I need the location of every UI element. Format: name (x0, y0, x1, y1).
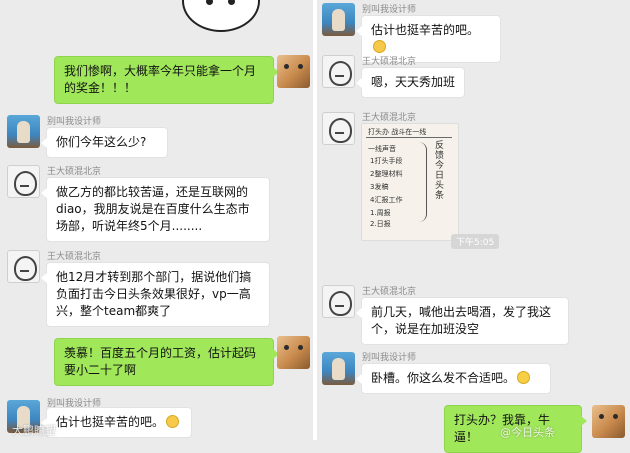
avatar-wang-da-shuo[interactable] (322, 112, 355, 145)
chat-bubble-incoming: 你们今年这么少? (41, 127, 168, 158)
watermark: @今日头条 (500, 426, 555, 439)
note-line: 一线声音 (368, 145, 396, 153)
sender-name: 王大硕混北京 (362, 287, 417, 297)
sweat-smile-emoji-icon (373, 40, 386, 53)
chat-bubble-incoming: 嗯，天天秀加班 (356, 67, 465, 98)
sender-name: 王大硕混北京 (362, 57, 417, 67)
grin-emoji-icon (517, 371, 531, 384)
note-vertical-text: 反馈今日头条 (433, 140, 443, 200)
message-text: 我们惨啊，大概率今年只能拿一个月的奖金！！！ (64, 64, 257, 95)
sender-name: 王大硕混北京 (47, 252, 102, 262)
message-text: 估计也挺辛苦的吧。 (56, 415, 165, 429)
chat-image-handwritten-note[interactable]: 打头办 战斗在一线 一线声音 1打头手段 2整理材料 3发稿 4汇报工作 1.周… (361, 123, 459, 241)
message-text: 他12月才转到那个部门，据说他们搞负面打击今日头条效果很好，vp一高兴，整个te… (56, 270, 252, 318)
message-text: 羡慕！百度五个月的工资，估计起码要小二十了啊 (64, 346, 257, 377)
avatar-bie-jiao-wo-sheji-shi[interactable] (322, 352, 355, 385)
note-line: 2.日报 (370, 220, 391, 228)
chat-bubble-incoming: 他12月才转到那个部门，据说他们搞负面打击今日头条效果很好，vp一高兴，整个te… (41, 262, 270, 327)
meme-face-sticker (182, 0, 260, 32)
avatar-bie-jiao-wo-sheji-shi[interactable] (322, 3, 355, 36)
message-text: 你们今年这么少? (56, 135, 147, 149)
avatar-me[interactable] (592, 405, 625, 438)
sender-name: 王大硕混北京 (47, 167, 102, 177)
sweat-smile-emoji-icon (166, 415, 180, 428)
chat-bubble-incoming: 估计也挺辛苦的吧。 (41, 407, 192, 438)
sender-name: 别叫我设计师 (362, 5, 417, 15)
timestamp: 下午5:05 (451, 234, 500, 249)
message-text: 做乙方的都比较苦逼，还是互联网的diao，我朋友说是在百度什么生态市场部，听说年… (56, 185, 250, 233)
sender-name: 王大硕混北京 (362, 113, 417, 123)
right-chat-screenshot: 别叫我设计师 估计也挺辛苦的吧。 王大硕混北京 嗯，天天秀加班 王大硕混北京 打… (317, 0, 630, 453)
watermark: 大鹏瞭望 (12, 424, 56, 437)
avatar-bie-jiao-wo-sheji-shi[interactable] (7, 115, 40, 148)
avatar-wang-da-shuo[interactable] (7, 250, 40, 283)
sender-name: 别叫我设计师 (47, 117, 102, 127)
chat-bubble-me: 我们惨啊，大概率今年只能拿一个月的奖金！！！ (54, 56, 279, 104)
message-text: 嗯，天天秀加班 (371, 75, 456, 89)
chat-bubble-me: 羡慕！百度五个月的工资，估计起码要小二十了啊 (54, 338, 279, 386)
chat-bubble-incoming: 前几天，喊他出去喝酒，发了我这个，说是在加班没空 (356, 297, 569, 345)
message-text: 卧槽。你这么发不合适吧。 (371, 371, 516, 385)
message-text: 前几天，喊他出去喝酒，发了我这个，说是在加班没空 (371, 305, 552, 336)
note-line: 1.周报 (370, 209, 391, 217)
chat-bubble-incoming: 卧槽。你这么发不合适吧。 (356, 363, 551, 394)
avatar-wang-da-shuo[interactable] (7, 165, 40, 198)
note-underline (366, 137, 452, 138)
note-line: 2整理材料 (370, 170, 403, 178)
avatar-me[interactable] (277, 336, 310, 369)
message-text: 估计也挺辛苦的吧。 (371, 23, 480, 37)
left-chat-screenshot: 我们惨啊，大概率今年只能拿一个月的奖金！！！ 别叫我设计师 你们今年这么少? 王… (0, 0, 313, 440)
note-brace (418, 142, 427, 222)
avatar-wang-da-shuo[interactable] (322, 285, 355, 318)
note-line: 4汇报工作 (370, 196, 403, 204)
note-line: 1打头手段 (370, 157, 403, 165)
note-header: 打头办 战斗在一线 (368, 128, 427, 136)
note-line: 3发稿 (370, 183, 389, 191)
avatar-me[interactable] (277, 55, 310, 88)
avatar-wang-da-shuo[interactable] (322, 55, 355, 88)
sender-name: 别叫我设计师 (362, 353, 417, 363)
chat-bubble-incoming: 做乙方的都比较苦逼，还是互联网的diao，我朋友说是在百度什么生态市场部，听说年… (41, 177, 270, 242)
